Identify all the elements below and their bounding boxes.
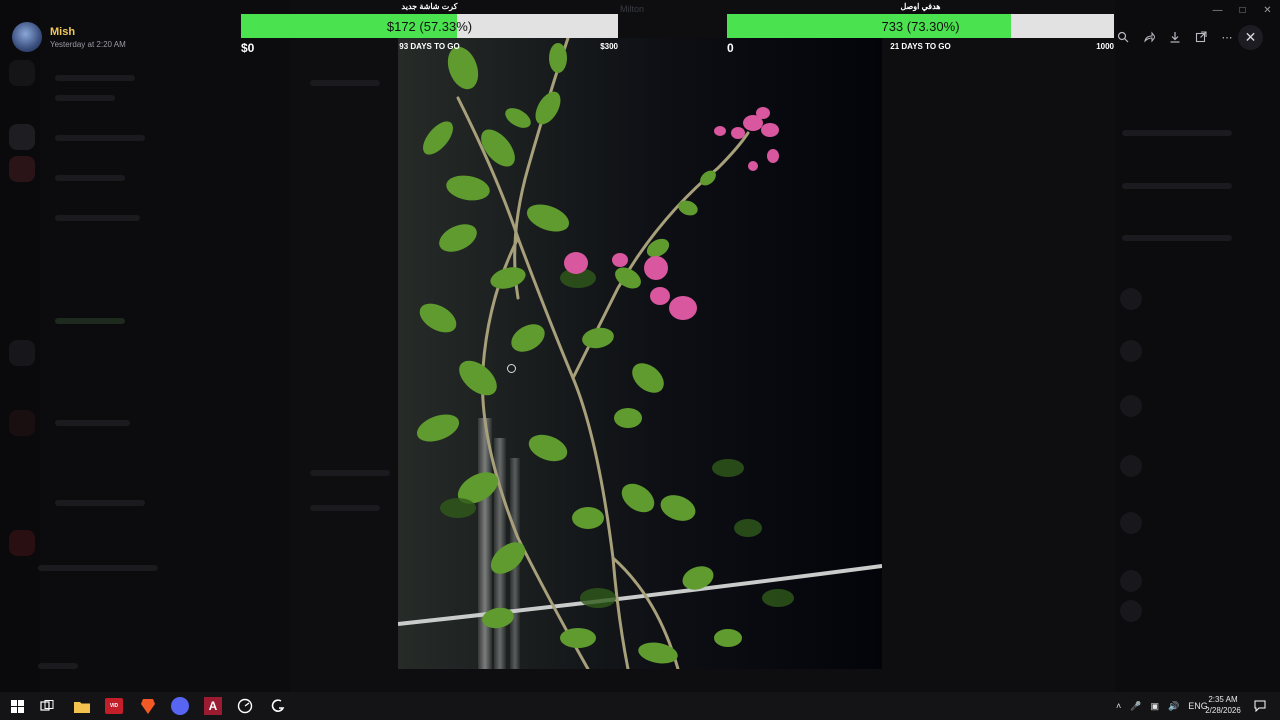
server-icon[interactable] [9,410,35,436]
member-avatar [1120,288,1142,310]
goal-max-label: 1000 [1096,42,1114,51]
zoom-icon[interactable] [1112,28,1134,46]
more-icon[interactable]: ⋯ [1216,28,1238,46]
clock-time: 2:35 AM [1208,695,1238,704]
goal-footer: $0 93 DAYS TO GO $300 [241,38,618,55]
member-avatar [1120,340,1142,362]
download-icon[interactable] [1164,28,1186,46]
channel-placeholder [38,565,158,571]
goal-days-remaining: 21 DAYS TO GO [890,42,951,51]
uploader-name[interactable]: Mish [50,26,126,38]
close-icon[interactable]: ✕ [1238,25,1263,50]
channel-placeholder [55,500,145,506]
goal-progress-bar: $172 (57.33%) [241,14,618,38]
chat-placeholder [310,80,380,86]
member-avatar [1120,600,1142,622]
uploader-info: Mish Yesterday at 2:20 AM [12,22,126,52]
window-controls: — □ ✕ [1205,0,1280,20]
channel-placeholder [55,215,140,221]
speedtest-icon[interactable] [236,697,254,715]
goal-max-label: $300 [600,42,618,51]
channel-list [40,0,290,692]
activity-placeholder [1122,130,1232,136]
channel-placeholder [55,95,115,101]
channel-placeholder [55,135,145,141]
goal-title: كرت شاشة جديد [401,2,458,11]
file-explorer-icon[interactable] [73,697,91,715]
video-editor-icon[interactable]: VID [105,697,123,715]
window-close-icon[interactable]: ✕ [1255,0,1280,20]
gx-icon[interactable] [269,697,287,715]
goal-current-value: 733 (73.30%) [881,18,960,34]
channel-placeholder [55,318,125,324]
microphone-icon[interactable]: 🎤 [1130,701,1141,712]
maximize-icon[interactable]: □ [1230,0,1255,20]
goal-footer: 0 21 DAYS TO GO 1000 [727,38,1114,55]
mouse-cursor-icon [507,364,516,373]
channel-placeholder [55,420,130,426]
brave-icon[interactable] [139,697,157,715]
activity-placeholder [1122,235,1232,241]
activity-placeholder [1122,183,1232,189]
member-avatar [1120,455,1142,477]
server-icon[interactable] [9,530,35,556]
discord-icon[interactable] [171,697,189,715]
network-icon[interactable]: ▣ [1150,701,1159,712]
viewer-toolbar: ⋯ [1112,28,1238,46]
channel-placeholder [38,663,78,669]
goal-title: هدفي اوصل [900,2,941,11]
upload-timestamp: Yesterday at 2:20 AM [50,39,126,49]
system-tray: ˄ 🎤 ▣ 🔊 ENG [1116,692,1208,720]
notification-icon[interactable] [1251,697,1269,715]
goal-widget-graphics-card: كرت شاشة جديد $172 (57.33%) $0 93 DAYS T… [241,0,618,55]
taskbar-clock[interactable]: 2:35 AM 2/28/2026 [1200,694,1246,716]
goal-current-value: $172 (57.33%) [386,18,473,34]
goal-days-remaining: 93 DAYS TO GO [399,42,460,51]
volume-icon[interactable]: 🔊 [1168,701,1179,712]
member-avatar [1120,395,1142,417]
goal-progress-bar: 733 (73.30%) [727,14,1114,38]
channel-placeholder [55,75,135,81]
taskbar [0,692,1280,720]
chat-placeholder [310,505,380,511]
server-icon[interactable] [9,60,35,86]
affinity-icon[interactable]: A [204,697,222,715]
chat-placeholder [310,470,390,476]
open-external-icon[interactable] [1190,28,1212,46]
task-view-icon[interactable] [38,697,56,715]
share-icon[interactable] [1138,28,1160,46]
server-icon[interactable] [9,340,35,366]
chevron-up-icon[interactable]: ˄ [1116,701,1121,711]
member-avatar [1120,570,1142,592]
attachment-image[interactable] [398,38,882,669]
bougainvillea-photo [398,38,882,669]
clock-date: 2/28/2026 [1205,706,1241,715]
server-icon[interactable] [9,124,35,150]
avatar[interactable] [12,22,42,52]
server-icon[interactable] [9,156,35,182]
window-title: Milton [620,4,645,14]
goal-widget-followers: هدفي اوصل 733 (73.30%) 0 21 DAYS TO GO 1… [727,0,1114,55]
windows-start-icon[interactable] [8,697,26,715]
minimize-icon[interactable]: — [1205,0,1230,20]
channel-placeholder [55,175,125,181]
member-avatar [1120,512,1142,534]
